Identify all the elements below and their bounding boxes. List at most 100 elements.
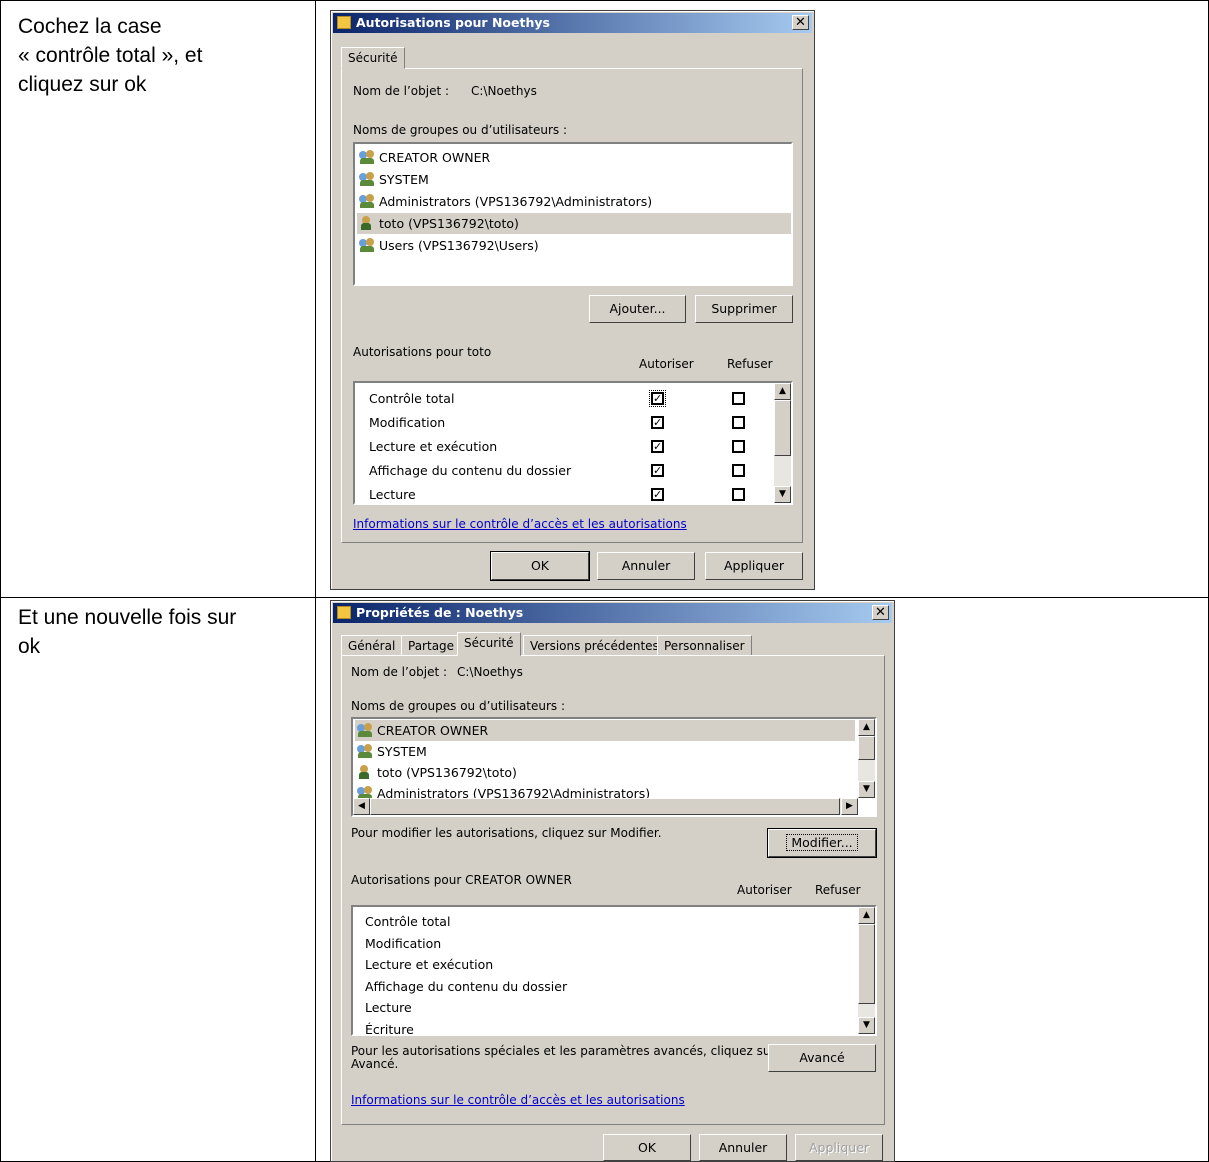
scroll-thumb[interactable] — [858, 924, 875, 1004]
user-name: CREATOR OWNER — [379, 150, 491, 165]
instruction-line: ok — [18, 635, 41, 658]
users-list: CREATOR OWNER SYSTEM Administrators (VPS… — [353, 142, 793, 286]
access-control-info-link[interactable]: Informations sur le contrôle d’accès et … — [353, 517, 687, 531]
users-icon — [357, 723, 375, 737]
permission-row: Contrôle total — [365, 914, 451, 929]
add-button[interactable]: Ajouter... — [589, 295, 686, 323]
user-name: Users (VPS136792\Users) — [379, 238, 539, 253]
instruction-line: cliquez sur ok — [18, 73, 147, 96]
permission-row: Modification — [365, 936, 442, 951]
users-icon — [359, 194, 377, 208]
allow-checkbox-checked[interactable]: ✓ — [651, 416, 664, 429]
allow-checkbox-checked[interactable]: ✓ — [649, 390, 666, 407]
remove-button[interactable]: Supprimer — [695, 295, 793, 323]
dialog-titlebar: Propriétés de : Noethys ✕ — [333, 603, 892, 623]
close-button[interactable]: ✕ — [792, 15, 809, 30]
advanced-button[interactable]: Avancé — [768, 1044, 876, 1072]
deny-checkbox[interactable] — [732, 416, 745, 429]
scroll-down-arrow-icon[interactable]: ▼ — [858, 1017, 875, 1034]
allow-checkbox-checked[interactable]: ✓ — [651, 440, 664, 453]
user-name: Administrators (VPS136792\Administrators… — [379, 194, 653, 209]
modify-button-label: Modifier... — [786, 834, 858, 851]
permission-row: Modification — [369, 415, 446, 430]
object-name-value: C:\Noethys — [457, 665, 523, 679]
users-icon — [359, 238, 377, 252]
table-border-left — [0, 0, 1, 1162]
user-list-item[interactable]: Users (VPS136792\Users) — [359, 235, 539, 256]
permissions-scrollbar[interactable]: ▲ ▼ — [858, 907, 875, 1034]
tab-personnaliser[interactable]: Personnaliser — [657, 635, 752, 656]
allow-column-header: Autoriser — [639, 357, 694, 371]
apply-button-disabled[interactable]: Appliquer — [795, 1134, 883, 1161]
user-name: CREATOR OWNER — [377, 723, 489, 738]
permission-row: Écriture — [365, 1022, 414, 1036]
dialog-title: Autorisations pour Noethys — [356, 15, 550, 30]
permissions-label: Autorisations pour CREATOR OWNER — [351, 873, 572, 887]
user-list-item[interactable]: toto (VPS136792\toto) — [357, 762, 517, 783]
user-list-item[interactable]: Administrators (VPS136792\Administrators… — [359, 191, 652, 212]
cancel-button[interactable]: Annuler — [597, 552, 695, 580]
permission-row: Lecture — [369, 487, 416, 502]
users-icon — [357, 744, 375, 758]
user-name: toto (VPS136792\toto) — [377, 765, 517, 780]
ok-button[interactable]: OK — [603, 1134, 691, 1161]
apply-button[interactable]: Appliquer — [705, 552, 803, 580]
groups-label: Noms de groupes ou d’utilisateurs : — [353, 123, 568, 137]
allow-checkbox-checked[interactable]: ✓ — [651, 464, 664, 477]
permissions-list: Contrôle total Modification Lecture et e… — [353, 381, 793, 505]
deny-column-header: Refuser — [727, 357, 773, 371]
tab-securite[interactable]: Sécurité — [341, 47, 405, 69]
scroll-thumb[interactable] — [858, 736, 875, 760]
deny-checkbox[interactable] — [732, 488, 745, 501]
allow-column-header: Autoriser — [737, 883, 792, 897]
scroll-up-arrow-icon[interactable]: ▲ — [858, 719, 875, 736]
instruction-line: Cochez la case — [18, 15, 162, 38]
instruction-row1: Cochez la case « contrôle total », et cl… — [18, 12, 202, 99]
permissions-dialog: Autorisations pour Noethys ✕ Sécurité No… — [330, 10, 815, 590]
tab-securite[interactable]: Sécurité — [457, 632, 521, 656]
cancel-button[interactable]: Annuler — [699, 1134, 787, 1161]
instruction-row2: Et une nouvelle fois sur ok — [18, 603, 236, 661]
scroll-thumb[interactable] — [370, 798, 840, 815]
advanced-hint: Pour les autorisations spéciales et les … — [351, 1045, 775, 1071]
deny-column-header: Refuser — [815, 883, 861, 897]
users-vertical-scrollbar[interactable]: ▲ ▼ — [858, 719, 875, 798]
tab-general[interactable]: Général — [341, 635, 403, 656]
users-horizontal-scrollbar[interactable]: ◀ ▶ — [353, 798, 858, 815]
access-control-info-link[interactable]: Informations sur le contrôle d’accès et … — [351, 1093, 685, 1107]
close-button[interactable]: ✕ — [872, 605, 889, 620]
deny-checkbox[interactable] — [732, 440, 745, 453]
permission-row: Contrôle total — [369, 391, 455, 406]
user-list-item-selected[interactable]: CREATOR OWNER — [355, 720, 855, 741]
user-name: SYSTEM — [379, 172, 429, 187]
table-column-divider — [315, 0, 316, 1162]
object-name-value: C:\Noethys — [471, 84, 537, 98]
user-icon — [357, 765, 375, 779]
scroll-down-arrow-icon[interactable]: ▼ — [774, 486, 791, 503]
user-list-item[interactable]: SYSTEM — [357, 741, 427, 762]
scroll-up-arrow-icon[interactable]: ▲ — [858, 907, 875, 924]
scroll-down-arrow-icon[interactable]: ▼ — [858, 781, 875, 798]
user-list-item-selected[interactable]: toto (VPS136792\toto) — [357, 213, 791, 234]
tab-partage[interactable]: Partage — [401, 635, 462, 656]
tab-versions-precedentes[interactable]: Versions précédentes — [523, 635, 666, 656]
dialog-title: Propriétés de : Noethys — [356, 605, 524, 620]
allow-checkbox-checked[interactable]: ✓ — [651, 488, 664, 501]
scroll-thumb[interactable] — [774, 400, 791, 456]
deny-checkbox[interactable] — [732, 464, 745, 477]
user-list-item[interactable]: SYSTEM — [359, 169, 429, 190]
modify-hint: Pour modifier les autorisations, cliquez… — [351, 826, 662, 840]
ok-button[interactable]: OK — [490, 551, 590, 581]
permission-row: Lecture et exécution — [369, 439, 498, 454]
deny-checkbox[interactable] — [732, 392, 745, 405]
permissions-scrollbar[interactable]: ▲ ▼ — [774, 383, 791, 503]
folder-icon — [337, 16, 351, 29]
user-list-item[interactable]: CREATOR OWNER — [359, 147, 490, 168]
scroll-right-arrow-icon[interactable]: ▶ — [841, 798, 858, 815]
scroll-up-arrow-icon[interactable]: ▲ — [774, 383, 791, 400]
dialog-titlebar: Autorisations pour Noethys ✕ — [333, 13, 812, 33]
scroll-left-arrow-icon[interactable]: ◀ — [353, 798, 370, 815]
permission-row: Affichage du contenu du dossier — [365, 979, 568, 994]
permissions-list: Contrôle total Modification Lecture et e… — [351, 905, 877, 1036]
modify-button[interactable]: Modifier... — [767, 828, 877, 858]
